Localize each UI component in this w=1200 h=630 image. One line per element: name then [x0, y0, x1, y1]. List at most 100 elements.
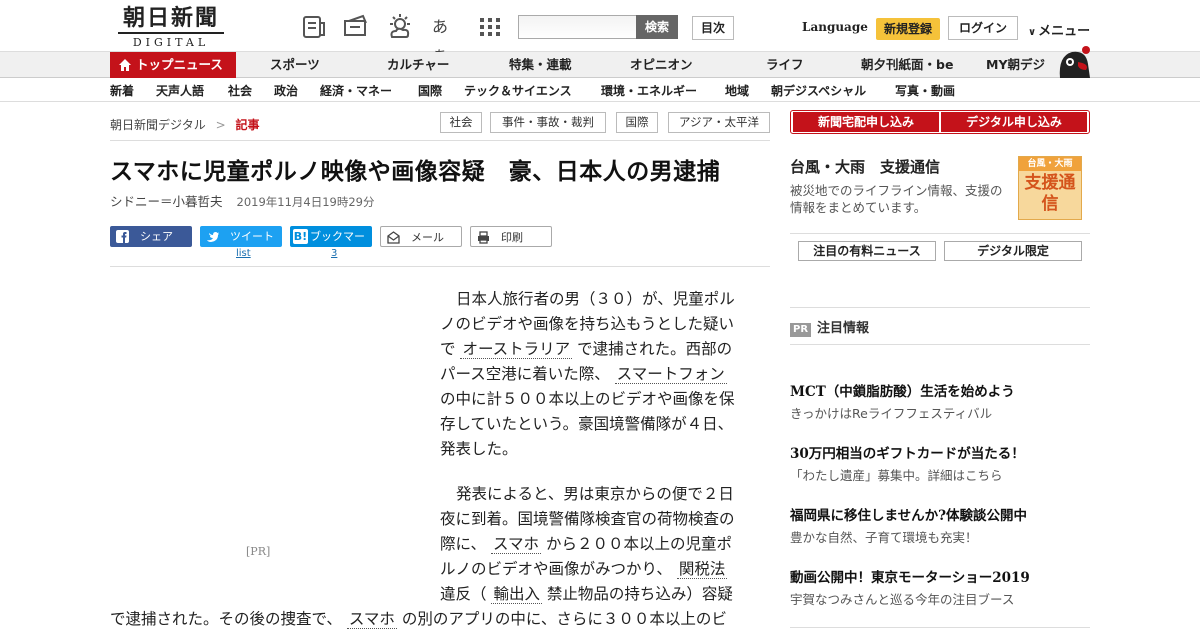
- keyword-link[interactable]: 輸出入: [491, 585, 542, 604]
- font-size-icon[interactable]: あぁ: [432, 13, 460, 64]
- nav-region[interactable]: 地域: [725, 82, 749, 99]
- mascot-icon[interactable]: [1056, 42, 1092, 78]
- article-body-p2-cont: で逮捕された。その後の捜査で、 スマホ の別のアプリの中に、さらに３００本以上の…: [110, 607, 760, 630]
- typhoon-support-title[interactable]: 台風・大雨 支援通信: [790, 156, 940, 177]
- text-line: ルノのビデオや画像がみつかり、 関税法: [440, 557, 760, 582]
- weather-icon[interactable]: [386, 13, 414, 41]
- paid-news-button[interactable]: 注目の有料ニュース: [798, 241, 936, 261]
- ad-slot[interactable]: [110, 286, 410, 558]
- tag-international[interactable]: 国際: [616, 112, 658, 133]
- text-line: 存していたという。豪国境警備隊が４日、: [440, 415, 734, 433]
- text-line: パース空港に着いた際、 スマートフォン: [440, 362, 760, 387]
- nav-special[interactable]: 朝デジスペシャル: [771, 82, 866, 99]
- text-line: 発表によると、男は東京からの便で２日: [456, 485, 734, 503]
- nav-paper[interactable]: 朝夕刊紙面・be: [861, 52, 953, 78]
- facebook-icon: [116, 230, 129, 243]
- pr-item-sub[interactable]: 「わたし遺産」募集中。詳細はこちら: [790, 465, 1003, 484]
- text-line: で オーストラリア で逮捕された。西部の: [440, 337, 760, 362]
- nav-tech-science[interactable]: テック＆サイエンス: [464, 82, 572, 99]
- search-input[interactable]: [518, 15, 638, 39]
- nav-features[interactable]: 特集・連載: [509, 52, 572, 78]
- toc-button[interactable]: 目次: [692, 16, 734, 40]
- nav-tenseijingo[interactable]: 天声人語: [156, 82, 204, 99]
- nav-society[interactable]: 社会: [228, 82, 252, 99]
- pr-badge: PR: [790, 323, 812, 337]
- keyword-link[interactable]: オーストラリア: [460, 340, 573, 359]
- breadcrumb-current: 記事: [235, 118, 260, 132]
- print-button[interactable]: 印刷: [470, 226, 552, 247]
- text-fragment: の別のアプリの中に、さらに３００本以上のビ: [401, 610, 727, 628]
- text-fragment: 際に、: [440, 535, 487, 553]
- text-line: 際に、 スマホ から２００本以上の児童ポ: [440, 532, 760, 557]
- nav-top-news[interactable]: トップニュース: [110, 52, 236, 78]
- newspaper-icon[interactable]: [300, 13, 328, 41]
- keyword-link[interactable]: スマートフォン: [614, 365, 727, 384]
- print-label: 印刷: [501, 231, 523, 244]
- digital-only-button[interactable]: デジタル限定: [944, 241, 1082, 261]
- nav-photo-video[interactable]: 写真・動画: [895, 82, 955, 99]
- nav-international[interactable]: 国際: [418, 82, 442, 99]
- mail-icon: [387, 231, 400, 244]
- breadcrumb-home[interactable]: 朝日新聞デジタル: [110, 118, 206, 132]
- site-logo[interactable]: 朝日新聞 DIGITAL: [112, 6, 230, 49]
- login-button[interactable]: ログイン: [948, 16, 1018, 40]
- text-line: の中に計５００本以上のビデオや画像を保: [440, 390, 735, 408]
- keyword-link[interactable]: 関税法: [676, 560, 728, 579]
- text-fragment: で逮捕された。西部の: [577, 340, 733, 358]
- mail-share-button[interactable]: メール: [380, 226, 462, 247]
- ad-label: [PR]: [246, 545, 271, 558]
- nav-culture[interactable]: カルチャー: [387, 52, 449, 78]
- text-line: 発表した。: [440, 440, 518, 458]
- text-line: 夜に到着。国境警備隊検査官の荷物検査の: [440, 510, 735, 528]
- publish-date: 2019年11月4日19時29分: [236, 195, 375, 209]
- divider: [110, 266, 770, 267]
- text-line: で逮捕された。その後の捜査で、 スマホ の別のアプリの中に、さらに３００本以上の…: [110, 607, 760, 630]
- divider: [790, 233, 1090, 234]
- nav-my-asahi[interactable]: MY朝デジ: [986, 52, 1045, 78]
- nav-sports[interactable]: スポーツ: [270, 52, 320, 78]
- tag-asia-pacific[interactable]: アジア・太平洋: [668, 112, 770, 133]
- pr-item-title[interactable]: 動画公開中！東京モーターショー2019: [790, 566, 1030, 586]
- pr-heading-label: 注目情報: [817, 321, 870, 336]
- pr-item-title[interactable]: 30万円相当のギフトカードが当たる！: [790, 442, 1025, 462]
- home-icon: [119, 59, 131, 71]
- subscribe-digital-button[interactable]: デジタル申し込み: [941, 112, 1087, 132]
- text-fragment: 禁止物品の持ち込み）容疑: [546, 585, 733, 603]
- register-button[interactable]: 新規登録: [876, 18, 940, 40]
- nav-politics[interactable]: 政治: [274, 82, 298, 99]
- primary-nav: トップニュース スポーツ カルチャー 特集・連載 オピニオン ライフ 朝夕刊紙面…: [0, 52, 1200, 78]
- nav-life[interactable]: ライフ: [766, 52, 804, 78]
- text-fragment: から２００本以上の児童ポ: [545, 535, 732, 553]
- grid-menu-icon[interactable]: [476, 13, 504, 41]
- nav-opinion[interactable]: オピニオン: [630, 52, 693, 78]
- pr-item-sub[interactable]: きっかけはReライフフェスティバル: [790, 403, 992, 422]
- keyword-link[interactable]: スマホ: [346, 610, 397, 629]
- facebook-share-button[interactable]: シェア: [110, 226, 192, 247]
- pr-item-title[interactable]: 福岡県に移住しませんか?体験談公開中: [790, 504, 1027, 524]
- twitter-count-link[interactable]: list: [236, 248, 251, 259]
- divider: [110, 140, 770, 141]
- ticket-icon[interactable]: [342, 13, 370, 41]
- twitter-share-button[interactable]: ツイート: [200, 226, 282, 247]
- hatena-label: ブックマーク: [310, 230, 365, 264]
- menu-label: メニュー: [1038, 24, 1091, 39]
- pr-item-title[interactable]: MCT（中鎖脂肪酸）生活を始めよう: [790, 380, 1015, 400]
- nav-latest[interactable]: 新着: [110, 82, 134, 99]
- language-link[interactable]: Language: [802, 20, 868, 34]
- nav-economy[interactable]: 経済・マネー: [320, 82, 392, 99]
- hatena-count-link[interactable]: 3: [331, 248, 337, 259]
- tag-society[interactable]: 社会: [440, 112, 482, 133]
- pr-item-sub[interactable]: 宇賀なつみさんと巡る今年の注目ブース: [790, 589, 1014, 608]
- nav-environment[interactable]: 環境・エネルギー: [601, 82, 697, 99]
- keyword-link[interactable]: スマホ: [490, 535, 542, 554]
- pr-heading: PR 注目情報: [790, 317, 869, 337]
- subscribe-paper-button[interactable]: 新聞宅配申し込み: [793, 112, 939, 132]
- search-button[interactable]: 検索: [636, 15, 678, 39]
- menu-button[interactable]: ∨ メニュー: [1028, 20, 1090, 39]
- text-fragment: で逮捕された。その後の捜査で、: [110, 610, 342, 628]
- pr-item-sub[interactable]: 豊かな自然、子育て環境も充実！: [790, 527, 978, 546]
- tag-incident[interactable]: 事件・事故・裁判: [490, 112, 606, 133]
- divider: [790, 627, 1090, 628]
- typhoon-support-badge[interactable]: 台風・大雨 支援通信: [1018, 156, 1082, 220]
- hatena-bookmark-button[interactable]: B! ブックマーク: [290, 226, 372, 264]
